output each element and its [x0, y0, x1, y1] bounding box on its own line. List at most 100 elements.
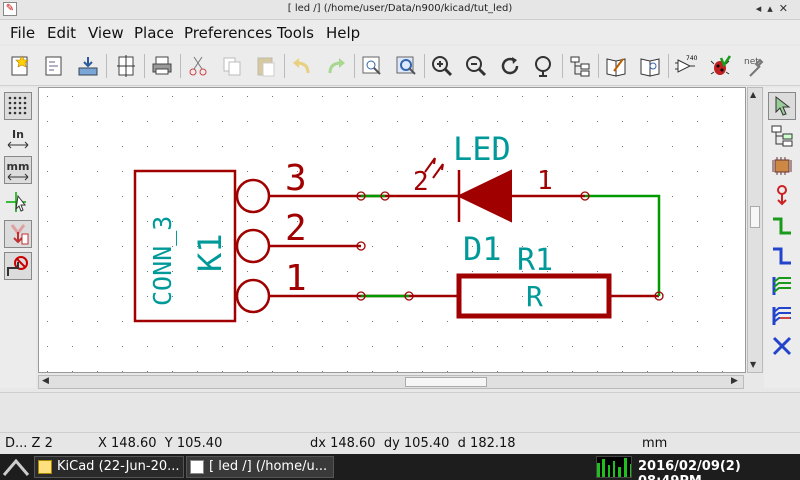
resistor-value-label[interactable]: R: [526, 280, 543, 313]
taskbar-eeschema-label: [ led /] (/home/u...: [209, 459, 328, 474]
horizontal-scrollbar[interactable]: ◀ ▶: [38, 375, 744, 389]
redo-icon[interactable]: [322, 52, 350, 80]
netlist-icon[interactable]: net: [740, 52, 768, 80]
grid-dot: [247, 221, 248, 222]
no-connect-flag-icon[interactable]: [768, 332, 796, 360]
grid-dot: [447, 121, 448, 122]
maximize-icon[interactable]: ▴: [767, 2, 779, 15]
paste-icon[interactable]: [252, 52, 280, 80]
menu-preferences[interactable]: Preferences: [184, 24, 272, 42]
grid-dot: [97, 96, 98, 97]
grid-dot: [322, 371, 323, 372]
grid-dot: [122, 321, 123, 322]
place-bus-icon[interactable]: [768, 242, 796, 270]
cursor-shape-icon[interactable]: [4, 188, 32, 216]
grid-dot: [172, 196, 173, 197]
scroll-right-arrow-icon[interactable]: ▶: [731, 376, 738, 386]
status-delta: dx 148.60 dy 105.40 d 182.18: [310, 436, 516, 451]
redraw-icon[interactable]: [496, 52, 524, 80]
cut-icon[interactable]: [184, 52, 212, 80]
select-tool-icon[interactable]: [768, 92, 796, 120]
open-schematic-icon[interactable]: [40, 52, 68, 80]
grid-dot: [222, 221, 223, 222]
hierarchy-navigate-icon[interactable]: [768, 122, 796, 150]
schematic-canvas[interactable]: 3 2 1 CONN_3 K1 2 1 LED D1 R1 R: [38, 87, 746, 373]
scroll-down-arrow-icon[interactable]: ▼: [750, 360, 756, 369]
grid-dot: [722, 196, 723, 197]
page-settings-icon[interactable]: [112, 52, 140, 80]
undo-icon[interactable]: [288, 52, 316, 80]
scroll-left-arrow-icon[interactable]: ◀: [42, 376, 49, 386]
menu-file[interactable]: File: [10, 24, 35, 42]
grid-dot: [497, 271, 498, 272]
minimize-icon[interactable]: ◂: [756, 2, 768, 15]
place-wire-icon[interactable]: [768, 212, 796, 240]
grid-dot: [672, 96, 673, 97]
grid-dot: [247, 146, 248, 147]
place-power-icon[interactable]: [768, 182, 796, 210]
units-inches-button[interactable]: In: [4, 124, 32, 152]
taskbar-kicad[interactable]: KiCad (22-Jun-20...: [34, 456, 184, 478]
schematic-drawing[interactable]: 3 2 1 CONN_3 K1 2 1 LED D1 R1 R: [39, 88, 746, 373]
grid-toggle-icon[interactable]: [4, 92, 32, 120]
wire-angle-icon[interactable]: [4, 252, 32, 280]
grid-dot: [172, 146, 173, 147]
save-icon[interactable]: [74, 52, 102, 80]
start-menu-icon[interactable]: [2, 457, 30, 477]
led-reference-label[interactable]: D1: [463, 230, 502, 268]
grid-dot: [397, 371, 398, 372]
grid-dot: [372, 246, 373, 247]
scroll-up-arrow-icon[interactable]: ▲: [750, 90, 756, 99]
menu-view[interactable]: View: [88, 24, 124, 42]
grid-dot: [672, 321, 673, 322]
grid-dot: [172, 346, 173, 347]
grid-dot: [547, 321, 548, 322]
taskbar-eeschema[interactable]: [ led /] (/home/u...: [186, 456, 334, 478]
zoom-fit-icon[interactable]: [530, 52, 558, 80]
taskbar: KiCad (22-Jun-20... [ led /] (/home/u...…: [0, 454, 800, 480]
vertical-scroll-thumb[interactable]: [750, 206, 760, 228]
copy-icon[interactable]: [218, 52, 246, 80]
grid-dot: [197, 121, 198, 122]
bus-to-bus-entry-icon[interactable]: [768, 302, 796, 330]
menu-edit[interactable]: Edit: [47, 24, 76, 42]
grid-dot: [147, 371, 148, 372]
toolbar-separator: [354, 54, 355, 78]
taskbar-clock[interactable]: 2016/02/09(2) 08:49PM: [638, 459, 800, 480]
find-icon[interactable]: [358, 52, 386, 80]
menu-help[interactable]: Help: [326, 24, 360, 42]
horizontal-scroll-thumb[interactable]: [405, 377, 487, 387]
zoom-out-icon[interactable]: [462, 52, 490, 80]
menu-place[interactable]: Place: [134, 24, 174, 42]
grid-dot: [647, 146, 648, 147]
led-value-label[interactable]: LED: [453, 130, 511, 168]
zoom-in-icon[interactable]: [428, 52, 456, 80]
hierarchy-navigator-icon[interactable]: [566, 52, 594, 80]
print-icon[interactable]: [148, 52, 176, 80]
find-replace-icon[interactable]: [392, 52, 420, 80]
place-component-icon[interactable]: [768, 152, 796, 180]
resistor-reference-label[interactable]: R1: [517, 243, 553, 278]
grid-dot: [47, 271, 48, 272]
hidden-pins-icon[interactable]: [4, 220, 32, 248]
grid-dot: [97, 321, 98, 322]
grid-dot: [97, 346, 98, 347]
grid-dot: [647, 171, 648, 172]
grid-dot: [647, 271, 648, 272]
erc-icon[interactable]: [706, 52, 734, 80]
taskbar-kicad-label: KiCad (22-Jun-20...: [57, 459, 180, 474]
menu-tools[interactable]: Tools: [277, 24, 314, 42]
connector-reference-label[interactable]: K1: [191, 233, 229, 272]
library-browser-icon[interactable]: [636, 52, 664, 80]
library-editor-icon[interactable]: [602, 52, 630, 80]
new-schematic-icon[interactable]: [6, 52, 34, 80]
annotate-icon[interactable]: 7402: [672, 52, 700, 80]
units-mm-button[interactable]: mm: [4, 156, 32, 184]
vertical-scrollbar[interactable]: ▲ ▼: [747, 87, 763, 373]
wire-to-bus-entry-icon[interactable]: [768, 272, 796, 300]
grid-dot: [447, 371, 448, 372]
resistor-r1[interactable]: R1 R: [361, 243, 659, 319]
grid-dot: [672, 271, 673, 272]
close-icon[interactable]: ✕: [779, 2, 794, 15]
connector-value-label[interactable]: CONN_3: [148, 216, 177, 306]
